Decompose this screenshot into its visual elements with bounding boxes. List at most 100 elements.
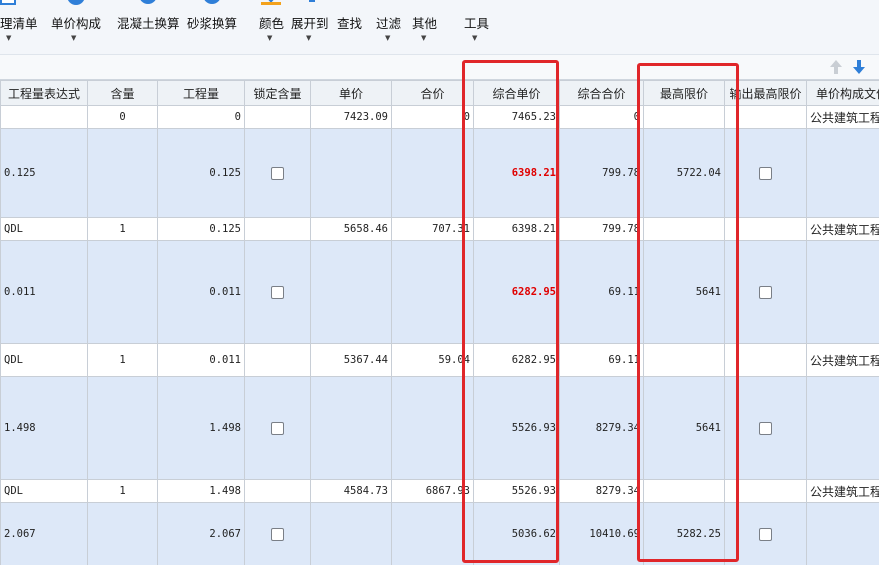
cell-total[interactable]: 707.31 [391,217,474,241]
cell-price-file[interactable] [806,376,879,480]
cell-content[interactable] [87,376,158,480]
cell-unit-price[interactable] [310,502,392,565]
col-header[interactable]: 输出最高限价 [724,80,807,106]
cell-expression[interactable]: 2.067 [0,502,88,565]
cell-unit-price[interactable]: 5367.44 [310,343,392,377]
cell-content[interactable] [87,128,158,218]
col-header[interactable]: 含量 [87,80,158,106]
table-row[interactable]: 0 0 7423.09 0 7465.23 0 公共建筑工程 [0,105,879,129]
toolbar-item-expand[interactable]: 展开到 ▼ [289,0,329,55]
cell-output-max-price[interactable] [724,128,807,218]
cell-comp-total[interactable]: 799.78 [559,217,644,241]
cell-content[interactable]: 1 [87,343,158,377]
cell-lock-content[interactable] [244,376,311,480]
col-header[interactable]: 单价 [310,80,392,106]
cell-comp-total[interactable]: 799.78 [559,128,644,218]
cell-expression[interactable]: 0.125 [0,128,88,218]
cell-comp-price[interactable]: 6398.21 [473,128,560,218]
cell-max-price[interactable]: 5722.04 [643,128,725,218]
cell-lock-content[interactable] [244,479,311,503]
output-max-price-checkbox[interactable] [759,527,772,541]
col-header[interactable]: 综合合价 [559,80,644,106]
table-row[interactable]: QDL 1 0.011 5367.44 59.04 6282.95 69.11 公共建筑工程 [0,343,879,377]
cell-comp-total[interactable]: 10410.69 [559,502,644,565]
toolbar-item-other[interactable]: 其他 ▼ [410,0,440,55]
cell-comp-price[interactable]: 6282.95 [473,343,560,377]
cell-lock-content[interactable] [244,128,311,218]
cell-quantity[interactable]: 2.067 [157,502,245,565]
cell-quantity[interactable]: 1.498 [157,479,245,503]
cell-max-price[interactable] [643,343,725,377]
toolbar-item-color[interactable]: 颜色 ▼ [256,0,286,55]
col-header[interactable]: 最高限价 [643,80,725,106]
cell-expression[interactable]: 1.498 [0,376,88,480]
toolbar-item-mortar[interactable]: 砂浆换算 [186,0,238,55]
cell-max-price[interactable]: 5641 [643,376,725,480]
toolbar-item-concrete[interactable]: 混凝土换算 [116,0,180,55]
toolbar-item-filter[interactable]: 过滤 ▼ [374,0,404,55]
toolbar-item-price-structure[interactable]: 单价构成 ▼ [50,0,102,55]
cell-content[interactable] [87,240,158,344]
cell-total[interactable] [391,128,474,218]
cell-expression[interactable] [0,105,88,129]
cell-price-file[interactable]: 公共建筑工程 [806,479,879,503]
col-header[interactable]: 锁定含量 [244,80,311,106]
cell-max-price[interactable] [643,217,725,241]
col-header[interactable]: 工程量表达式 [0,80,88,106]
col-header[interactable]: 综合单价 [473,80,560,106]
lock-content-checkbox[interactable] [271,421,284,435]
cell-price-file[interactable]: 公共建筑工程 [806,217,879,241]
cell-expression[interactable]: 0.011 [0,240,88,344]
cell-comp-price[interactable]: 6282.95 [473,240,560,344]
cell-comp-price[interactable]: 5526.93 [473,376,560,480]
cell-lock-content[interactable] [244,343,311,377]
cell-unit-price[interactable]: 5658.46 [310,217,392,241]
cell-expression[interactable]: QDL [0,343,88,377]
cell-price-file[interactable]: 公共建筑工程 [806,105,879,129]
cell-unit-price[interactable]: 7423.09 [310,105,392,129]
cell-comp-price[interactable]: 5526.93 [473,479,560,503]
col-header[interactable]: 工程量 [157,80,245,106]
cell-price-file[interactable] [806,128,879,218]
cell-max-price[interactable]: 5282.25 [643,502,725,565]
table-row[interactable]: 0.011 0.011 6282.95 69.11 5641 [0,240,879,344]
lock-content-checkbox[interactable] [271,285,284,299]
cell-total[interactable] [391,240,474,344]
cell-content[interactable]: 1 [87,479,158,503]
cell-comp-price[interactable]: 5036.62 [473,502,560,565]
table-row[interactable]: 1.498 1.498 5526.93 8279.34 5641 [0,376,879,480]
move-down-icon[interactable] [852,59,866,75]
cell-quantity[interactable]: 0 [157,105,245,129]
cell-total[interactable]: 0 [391,105,474,129]
table-row[interactable]: 0.125 0.125 6398.21 799.78 5722.04 [0,128,879,218]
table-row[interactable]: QDL 1 1.498 4584.73 6867.93 5526.93 8279.34 公共建… [0,479,879,503]
cell-comp-price[interactable]: 6398.21 [473,217,560,241]
cell-output-max-price[interactable] [724,217,807,241]
cell-max-price[interactable] [643,105,725,129]
cell-output-max-price[interactable] [724,343,807,377]
col-header[interactable]: 合价 [391,80,474,106]
cell-total[interactable] [391,502,474,565]
cell-unit-price[interactable]: 4584.73 [310,479,392,503]
toolbar-item-list[interactable]: 理清单 ▼ [0,0,38,55]
toolbar-item-tools[interactable]: 工具 ▼ [461,0,491,55]
cell-output-max-price[interactable] [724,502,807,565]
output-max-price-checkbox[interactable] [759,166,772,180]
cell-content[interactable]: 0 [87,105,158,129]
output-max-price-checkbox[interactable] [759,285,772,299]
cell-quantity[interactable]: 1.498 [157,376,245,480]
cell-comp-total[interactable]: 8279.34 [559,479,644,503]
cell-price-file[interactable] [806,240,879,344]
table-row[interactable]: 2.067 2.067 5036.62 10410.69 5282.25 [0,502,879,565]
cell-content[interactable]: 1 [87,217,158,241]
cell-quantity[interactable]: 0.125 [157,128,245,218]
toolbar-item-find[interactable]: 查找 [335,0,365,55]
cell-price-file[interactable] [806,502,879,565]
cell-comp-total[interactable]: 8279.34 [559,376,644,480]
lock-content-checkbox[interactable] [271,527,284,541]
cell-comp-price[interactable]: 7465.23 [473,105,560,129]
cell-quantity[interactable]: 0.011 [157,240,245,344]
cell-unit-price[interactable] [310,376,392,480]
cell-total[interactable]: 6867.93 [391,479,474,503]
lock-content-checkbox[interactable] [271,166,284,180]
